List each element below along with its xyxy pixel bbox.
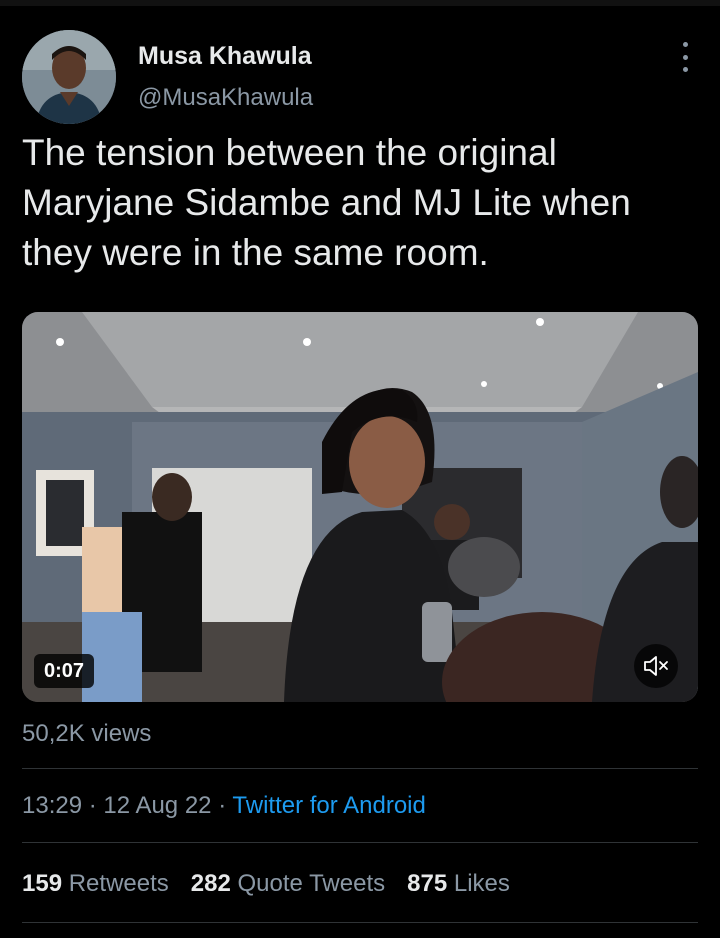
more-options-icon[interactable] xyxy=(672,42,698,72)
divider xyxy=(22,922,698,923)
avatar[interactable] xyxy=(22,30,116,124)
meta-separator: · xyxy=(218,792,227,819)
tweet-text: The tension between the original Maryjan… xyxy=(22,128,698,278)
retweets-count: 159 xyxy=(22,870,63,897)
tweet-source-link[interactable]: Twitter for Android xyxy=(232,792,425,819)
likes-label: Likes xyxy=(453,870,510,897)
author-handle[interactable]: @MusaKhawula xyxy=(138,84,313,112)
tweet-text-line: The tension between the original xyxy=(22,132,557,173)
speaker-muted-icon[interactable] xyxy=(634,644,678,688)
retweets-label: Retweets xyxy=(68,870,169,897)
tweet-date: 12 Aug 22 xyxy=(103,792,212,819)
tweet-stats: 159 Retweets 282 Quote Tweets 875 Likes xyxy=(22,870,510,898)
tweet-time: 13:29 xyxy=(22,792,83,819)
tweet-meta: 13:29 · 12 Aug 22 · Twitter for Android xyxy=(22,792,426,820)
divider xyxy=(22,842,698,843)
video-frame xyxy=(22,312,698,702)
video-player[interactable] xyxy=(22,312,698,702)
author-display-name[interactable]: Musa Khawula xyxy=(138,42,312,71)
likes-stat[interactable]: 875 Likes xyxy=(407,870,510,898)
likes-count: 875 xyxy=(407,870,448,897)
view-count: 50,2K views xyxy=(22,720,152,747)
tweet-text-line: Maryjane Sidambe and MJ Lite when xyxy=(22,182,631,223)
avatar-image xyxy=(22,30,116,124)
video-timer: 0:07 xyxy=(34,654,95,688)
tweet-text-line: they were in the same room. xyxy=(22,232,489,273)
meta-separator: · xyxy=(88,792,97,819)
quote-tweets-stat[interactable]: 282 Quote Tweets xyxy=(191,870,385,898)
top-border xyxy=(0,0,720,6)
retweets-stat[interactable]: 159 Retweets xyxy=(22,870,169,898)
quote-tweets-count: 282 xyxy=(190,870,231,897)
quote-tweets-label: Quote Tweets xyxy=(237,870,386,897)
divider xyxy=(22,768,698,769)
